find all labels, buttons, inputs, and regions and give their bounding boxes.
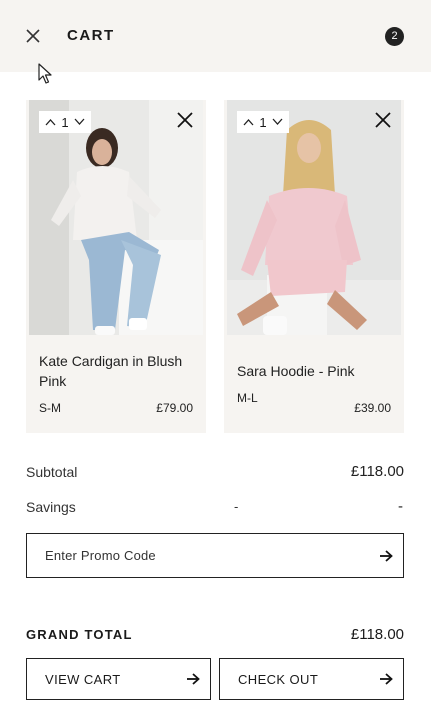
savings-value: - [398, 498, 403, 515]
cart-item: 1 Kate Cardigan in Blush Pink S-M £79.00 [26, 100, 206, 433]
view-cart-label: VIEW CART [45, 672, 121, 687]
item-count-badge: 2 [385, 27, 404, 46]
chevron-up-icon[interactable] [243, 118, 254, 126]
product-image[interactable] [29, 100, 203, 335]
product-size: S-M [39, 401, 61, 415]
product-image[interactable] [227, 100, 401, 335]
remove-item-icon[interactable] [374, 111, 392, 129]
product-size: M-L [237, 391, 258, 405]
savings-label: Savings [26, 499, 76, 515]
check-out-button[interactable]: CHECK OUT [219, 658, 404, 700]
grand-total-label: GRAND TOTAL [26, 627, 133, 642]
quantity-selector[interactable]: 1 [237, 111, 289, 133]
quantity-value: 1 [61, 114, 69, 130]
grand-total-value: £118.00 [350, 626, 404, 643]
chevron-down-icon[interactable] [272, 118, 283, 126]
promo-code-input[interactable]: Enter Promo Code [26, 533, 404, 578]
arrow-right-icon [187, 673, 200, 685]
cart-header: CART 2 [0, 0, 431, 72]
savings-divider: - [234, 499, 239, 514]
product-price: £79.00 [156, 401, 193, 415]
view-cart-button[interactable]: VIEW CART [26, 658, 211, 700]
close-icon[interactable] [22, 25, 44, 47]
quantity-selector[interactable]: 1 [39, 111, 91, 133]
product-name[interactable]: Sara Hoodie - Pink [237, 361, 397, 381]
subtotal-label: Subtotal [26, 464, 78, 480]
check-out-label: CHECK OUT [238, 672, 319, 687]
promo-code-placeholder: Enter Promo Code [45, 548, 156, 563]
cart-item: 1 Sara Hoodie - Pink M-L £39.00 [224, 100, 404, 433]
mouse-cursor-icon [38, 63, 52, 84]
product-name[interactable]: Kate Cardigan in Blush Pink [39, 351, 199, 391]
quantity-value: 1 [259, 114, 267, 130]
arrow-right-icon [380, 673, 393, 685]
arrow-right-icon[interactable] [379, 550, 393, 562]
cart-title: CART [67, 27, 115, 44]
product-price: £39.00 [354, 401, 391, 415]
chevron-down-icon[interactable] [74, 118, 85, 126]
chevron-up-icon[interactable] [45, 118, 56, 126]
subtotal-value: £118.00 [350, 463, 404, 480]
remove-item-icon[interactable] [176, 111, 194, 129]
